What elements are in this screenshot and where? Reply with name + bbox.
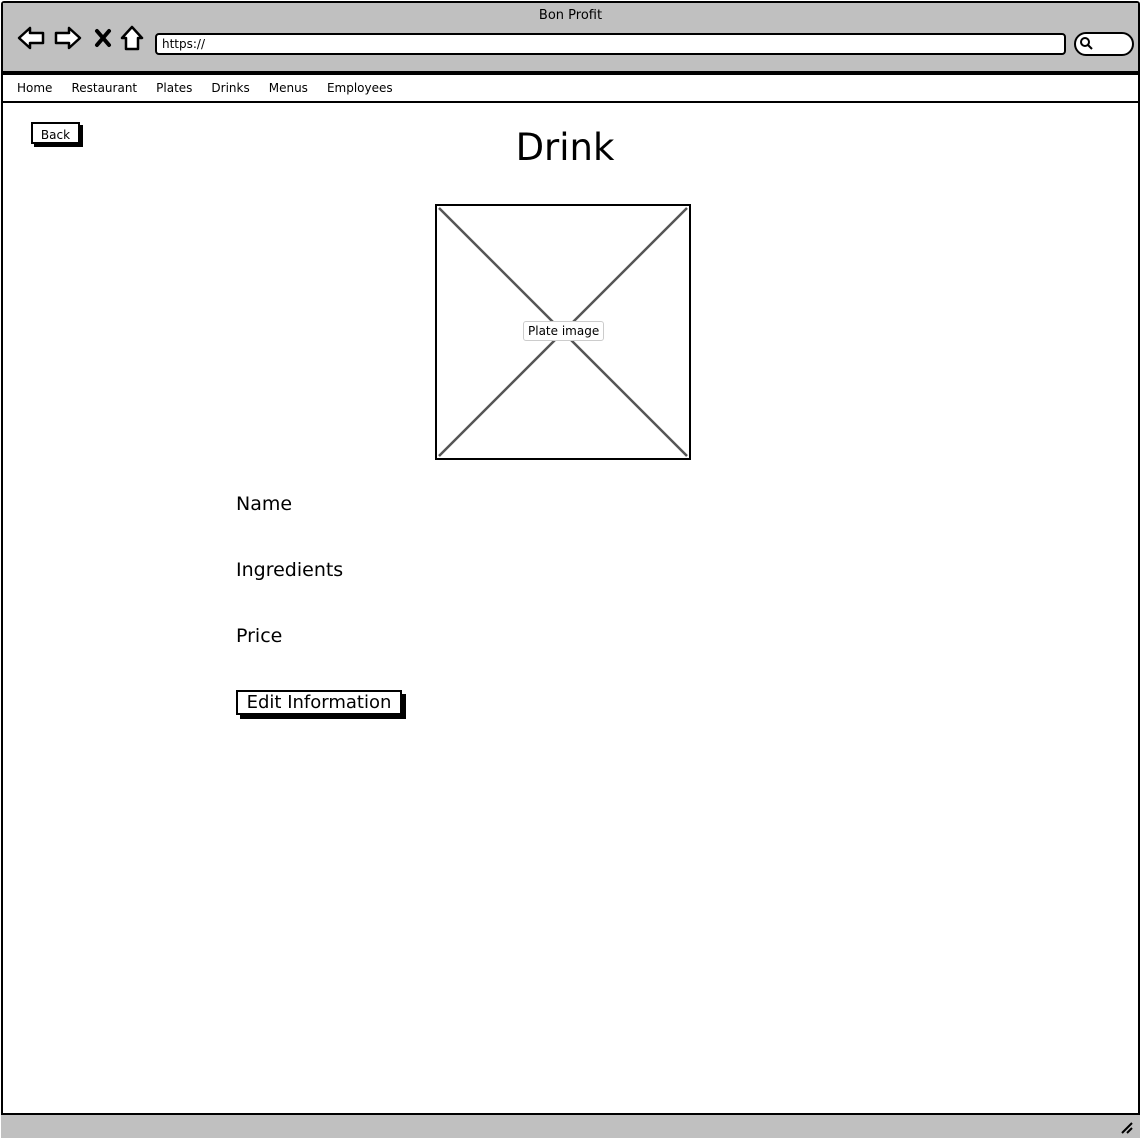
- browser-window: Bon Profit https://: [1, 1, 1140, 1137]
- main-navbar: Home Restaurant Plates Drinks Menus Empl…: [1, 73, 1140, 103]
- ingredients-label: Ingredients: [236, 559, 344, 581]
- page-title: Drink: [515, 126, 615, 169]
- resize-grip-icon[interactable]: [1120, 1121, 1134, 1135]
- nav-item-drinks[interactable]: Drinks: [211, 81, 249, 95]
- plate-image-label: Plate image: [523, 321, 605, 341]
- nav-item-plates[interactable]: Plates: [156, 81, 192, 95]
- forward-arrow-icon[interactable]: [53, 23, 83, 53]
- price-label: Price: [236, 625, 283, 647]
- url-input[interactable]: https://: [155, 33, 1066, 55]
- nav-item-home[interactable]: Home: [17, 81, 52, 95]
- home-icon[interactable]: [117, 23, 147, 53]
- nav-item-employees[interactable]: Employees: [327, 81, 393, 95]
- nav-item-restaurant[interactable]: Restaurant: [71, 81, 137, 95]
- stop-icon[interactable]: [89, 23, 119, 53]
- browser-titlebar: Bon Profit https://: [3, 3, 1138, 73]
- window-title: Bon Profit: [538, 8, 603, 23]
- back-arrow-icon[interactable]: [16, 23, 46, 53]
- search-icon: [1080, 37, 1093, 50]
- nav-item-menus[interactable]: Menus: [269, 81, 308, 95]
- name-label: Name: [236, 493, 293, 515]
- browser-search-box[interactable]: [1074, 32, 1134, 56]
- edit-information-button[interactable]: Edit Information: [236, 690, 402, 715]
- browser-statusbar: [1, 1113, 1140, 1138]
